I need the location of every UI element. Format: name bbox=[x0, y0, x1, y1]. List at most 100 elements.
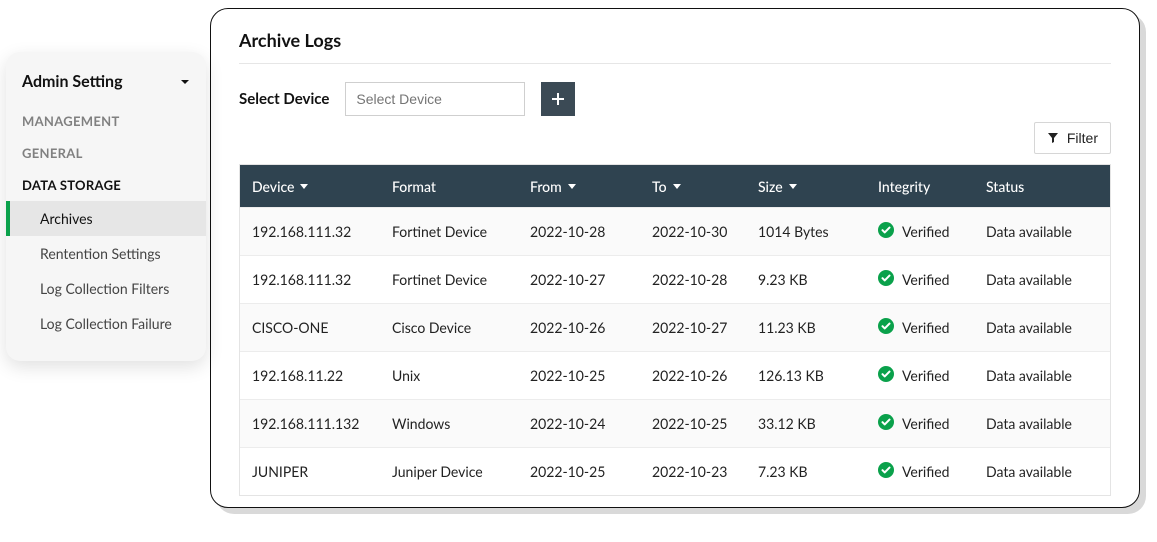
th-label: Device bbox=[252, 178, 294, 195]
cell-from: 2022-10-25 bbox=[530, 367, 652, 384]
sort-down-icon bbox=[300, 182, 308, 190]
cell-device: CISCO-ONE bbox=[252, 319, 392, 336]
cell-status: Data available bbox=[986, 319, 1098, 336]
cell-integrity: Verified bbox=[878, 462, 986, 481]
cell-from: 2022-10-27 bbox=[530, 271, 652, 288]
table-body: 192.168.111.32Fortinet Device2022-10-282… bbox=[240, 207, 1110, 495]
integrity-text: Verified bbox=[902, 319, 950, 336]
filter-button[interactable]: Filter bbox=[1034, 122, 1111, 154]
th-label: Integrity bbox=[878, 178, 930, 195]
sidebar-subitems: Archives Rentention Settings Log Collect… bbox=[6, 201, 206, 341]
th-integrity[interactable]: Integrity bbox=[878, 178, 986, 195]
sort-down-icon bbox=[568, 182, 576, 190]
cell-to: 2022-10-25 bbox=[652, 415, 758, 432]
check-circle-icon bbox=[878, 318, 894, 337]
cell-integrity: Verified bbox=[878, 366, 986, 385]
cell-size: 1014 Bytes bbox=[758, 223, 878, 240]
cell-to: 2022-10-28 bbox=[652, 271, 758, 288]
cell-from: 2022-10-26 bbox=[530, 319, 652, 336]
th-status[interactable]: Status bbox=[986, 178, 1098, 195]
cell-device: 192.168.111.32 bbox=[252, 271, 392, 288]
check-circle-icon bbox=[878, 222, 894, 241]
sidebar-item-log-collection-failure[interactable]: Log Collection Failure bbox=[6, 306, 206, 341]
funnel-icon bbox=[1047, 132, 1059, 144]
cell-to: 2022-10-27 bbox=[652, 319, 758, 336]
th-label: Format bbox=[392, 178, 436, 195]
cell-status: Data available bbox=[986, 271, 1098, 288]
cell-device: JUNIPER bbox=[252, 463, 392, 480]
cell-device: 192.168.11.22 bbox=[252, 367, 392, 384]
main-card: Archive Logs Select Device Filter Devic bbox=[210, 8, 1140, 508]
sidebar-item-retention-settings[interactable]: Rentention Settings bbox=[6, 236, 206, 271]
sidebar-section-data-storage[interactable]: DATA STORAGE bbox=[6, 169, 206, 201]
cell-format: Cisco Device bbox=[392, 319, 530, 336]
th-format[interactable]: Format bbox=[392, 178, 530, 195]
integrity-text: Verified bbox=[902, 223, 950, 240]
check-circle-icon bbox=[878, 414, 894, 433]
cell-status: Data available bbox=[986, 415, 1098, 432]
sidebar-header[interactable]: Admin Setting bbox=[6, 66, 206, 105]
cell-format: Fortinet Device bbox=[392, 271, 530, 288]
th-to[interactable]: To bbox=[652, 178, 758, 195]
table-row[interactable]: JUNIPERJuniper Device2022-10-252022-10-2… bbox=[240, 447, 1110, 495]
th-label: To bbox=[652, 178, 667, 195]
cell-status: Data available bbox=[986, 463, 1098, 480]
admin-setting-sidebar: Admin Setting MANAGEMENT GENERAL DATA ST… bbox=[6, 52, 206, 361]
cell-from: 2022-10-28 bbox=[530, 223, 652, 240]
table-row[interactable]: 192.168.111.132Windows2022-10-242022-10-… bbox=[240, 399, 1110, 447]
chevron-down-icon bbox=[180, 77, 190, 87]
cell-status: Data available bbox=[986, 367, 1098, 384]
table-header: Device Format From To Size bbox=[240, 165, 1110, 207]
cell-size: 11.23 KB bbox=[758, 319, 878, 336]
check-circle-icon bbox=[878, 462, 894, 481]
select-device-input[interactable] bbox=[345, 82, 525, 116]
table-row[interactable]: CISCO-ONECisco Device2022-10-262022-10-2… bbox=[240, 303, 1110, 351]
table-row[interactable]: 192.168.111.32Fortinet Device2022-10-282… bbox=[240, 207, 1110, 255]
cell-integrity: Verified bbox=[878, 414, 986, 433]
table-row[interactable]: 192.168.11.22Unix2022-10-252022-10-26126… bbox=[240, 351, 1110, 399]
cell-format: Juniper Device bbox=[392, 463, 530, 480]
table-row[interactable]: 192.168.111.32Fortinet Device2022-10-272… bbox=[240, 255, 1110, 303]
check-circle-icon bbox=[878, 270, 894, 289]
th-label: Size bbox=[758, 178, 783, 195]
sort-down-icon bbox=[673, 182, 681, 190]
add-device-button[interactable] bbox=[541, 82, 575, 116]
cell-from: 2022-10-24 bbox=[530, 415, 652, 432]
sidebar-section-management[interactable]: MANAGEMENT bbox=[6, 105, 206, 137]
integrity-text: Verified bbox=[902, 367, 950, 384]
cell-integrity: Verified bbox=[878, 318, 986, 337]
cell-size: 9.23 KB bbox=[758, 271, 878, 288]
cell-from: 2022-10-25 bbox=[530, 463, 652, 480]
integrity-text: Verified bbox=[902, 271, 950, 288]
cell-format: Windows bbox=[392, 415, 530, 432]
sort-down-icon bbox=[789, 182, 797, 190]
th-device[interactable]: Device bbox=[252, 178, 392, 195]
sidebar-title: Admin Setting bbox=[22, 72, 123, 91]
check-circle-icon bbox=[878, 366, 894, 385]
archive-table: Device Format From To Size bbox=[239, 164, 1111, 496]
select-device-label: Select Device bbox=[239, 90, 329, 108]
th-label: Status bbox=[986, 178, 1024, 195]
page-title: Archive Logs bbox=[239, 29, 1111, 64]
sidebar-item-archives[interactable]: Archives bbox=[6, 201, 206, 236]
integrity-text: Verified bbox=[902, 463, 950, 480]
integrity-text: Verified bbox=[902, 415, 950, 432]
cell-integrity: Verified bbox=[878, 222, 986, 241]
cell-to: 2022-10-26 bbox=[652, 367, 758, 384]
cell-format: Unix bbox=[392, 367, 530, 384]
cell-size: 33.12 KB bbox=[758, 415, 878, 432]
cell-device: 192.168.111.32 bbox=[252, 223, 392, 240]
cell-device: 192.168.111.132 bbox=[252, 415, 392, 432]
cell-size: 7.23 KB bbox=[758, 463, 878, 480]
cell-to: 2022-10-23 bbox=[652, 463, 758, 480]
cell-size: 126.13 KB bbox=[758, 367, 878, 384]
sidebar-section-general[interactable]: GENERAL bbox=[6, 137, 206, 169]
th-from[interactable]: From bbox=[530, 178, 652, 195]
th-label: From bbox=[530, 178, 562, 195]
filter-button-label: Filter bbox=[1067, 130, 1098, 146]
cell-to: 2022-10-30 bbox=[652, 223, 758, 240]
th-size[interactable]: Size bbox=[758, 178, 878, 195]
cell-format: Fortinet Device bbox=[392, 223, 530, 240]
plus-icon bbox=[550, 91, 566, 107]
sidebar-item-log-collection-filters[interactable]: Log Collection Filters bbox=[6, 271, 206, 306]
